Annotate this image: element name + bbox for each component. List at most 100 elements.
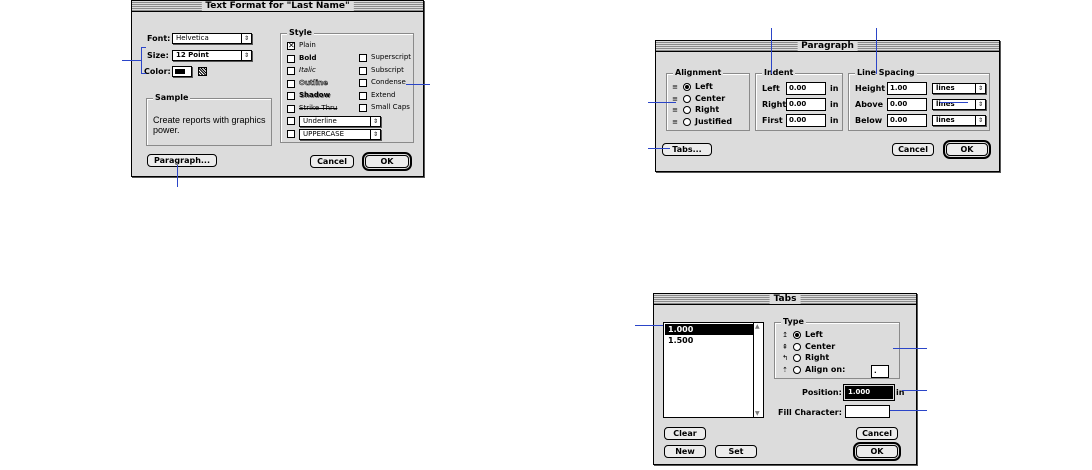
ok-button[interactable]: OK: [362, 152, 412, 171]
alignment-radio[interactable]: [683, 106, 691, 114]
callout-line: [406, 84, 430, 85]
style-checkbox-label: Subscript: [371, 65, 404, 74]
style-checkbox[interactable]: [359, 104, 367, 112]
alignment-label: Center: [695, 93, 726, 103]
tab-type-group: Type ↥ Left ⇞ Center ↰ Right ⇡ Align on: .: [774, 317, 900, 379]
popup-arrows-icon: ⇕: [975, 116, 985, 125]
style-checkbox[interactable]: [359, 91, 367, 100]
spacing-unit-value: lines: [936, 116, 955, 124]
popup-arrows-icon: ⇕: [975, 84, 985, 93]
list-scrollbar[interactable]: ▲ ▼: [753, 323, 763, 417]
alignment-label: Justified: [695, 116, 733, 126]
position-field[interactable]: 1.000: [843, 384, 895, 401]
underline-checkbox[interactable]: [287, 117, 295, 125]
font-popup-value: Helvetica: [176, 34, 209, 42]
text-format-title: Text Format for "Last Name": [201, 1, 354, 11]
text-format-titlebar[interactable]: Text Format for "Last Name": [132, 1, 423, 12]
style-checkbox-label: Condense: [371, 78, 406, 86]
new-button[interactable]: New: [664, 445, 706, 458]
tabs-button[interactable]: Tabs...: [662, 143, 712, 156]
scroll-up-icon[interactable]: ▲: [755, 323, 760, 330]
color-pattern-icon[interactable]: [198, 67, 207, 76]
tab-type-radio[interactable]: [793, 331, 801, 339]
alignment-label: Right: [695, 105, 720, 114]
align-char-field[interactable]: .: [871, 365, 889, 378]
tabs-titlebar[interactable]: Tabs: [654, 294, 916, 305]
style-checkbox[interactable]: [287, 104, 295, 113]
callout-line: [122, 60, 141, 61]
style-checkbox[interactable]: ✕: [287, 42, 295, 50]
style-checkbox[interactable]: [359, 54, 367, 62]
indent-unit: in: [830, 84, 839, 93]
style-group: Style ✕ Plain Bold Italic Outline Shadow Strik…: [280, 28, 414, 143]
set-button[interactable]: Set: [715, 445, 757, 458]
case-checkbox[interactable]: [287, 130, 295, 138]
alignment-icon: ≡: [672, 83, 678, 91]
tab-type-icon: ↥: [782, 331, 788, 339]
color-label: Color:: [144, 67, 171, 76]
cancel-button[interactable]: Cancel: [310, 155, 354, 168]
ok-button[interactable]: OK: [943, 140, 991, 159]
alignment-group: Alignment ≡ Left ≡ Center ≡ Right ≡ Justified: [666, 68, 750, 131]
style-checkbox[interactable]: [359, 79, 367, 87]
callout-line: [876, 28, 877, 74]
paragraph-titlebar[interactable]: Paragraph: [656, 41, 999, 52]
popup-arrows-icon: ⇕: [241, 51, 251, 60]
spacing-unit-popup[interactable]: lines ⇕: [932, 115, 986, 126]
spacing-unit-popup[interactable]: lines ⇕: [932, 99, 986, 110]
spacing-field[interactable]: 0.00: [887, 98, 927, 111]
font-popup[interactable]: Helvetica ⇕: [172, 33, 252, 44]
callout-line: [648, 148, 670, 149]
tab-type-radio[interactable]: [793, 365, 801, 374]
style-checkbox-label: Extend: [371, 90, 396, 99]
indent-field[interactable]: 0.00: [786, 82, 826, 95]
indent-label: Right: [762, 100, 787, 109]
spacing-field[interactable]: 1.00: [887, 82, 927, 95]
tab-type-radio[interactable]: [793, 342, 801, 351]
callout-line: [890, 410, 927, 411]
indent-field[interactable]: 0.00: [786, 114, 826, 127]
alignment-radio[interactable]: [683, 94, 691, 103]
sample-text: Create reports with graphics power.: [153, 115, 266, 135]
size-popup[interactable]: 12 Point ⇕: [172, 50, 252, 61]
scroll-down-icon[interactable]: ▼: [755, 410, 760, 417]
popup-arrows-icon: ⇕: [370, 130, 380, 139]
fill-character-field[interactable]: [845, 405, 890, 418]
style-checkbox[interactable]: [359, 66, 367, 75]
callout-line: [940, 102, 968, 103]
clear-button[interactable]: Clear: [664, 427, 706, 440]
underline-popup[interactable]: Underline ⇕: [299, 116, 381, 127]
font-label: Font:: [147, 34, 171, 43]
cancel-button[interactable]: Cancel: [892, 143, 934, 156]
tab-stop-item[interactable]: 1.500: [665, 335, 753, 346]
alignment-radio[interactable]: [683, 83, 691, 91]
spacing-unit-value: lines: [936, 84, 955, 92]
tab-type-radio[interactable]: [793, 354, 801, 362]
style-checkbox[interactable]: [287, 92, 295, 100]
tab-stop-item[interactable]: 1.000: [665, 324, 753, 335]
tab-type-icon: ⇡: [782, 365, 788, 374]
size-label: Size:: [147, 51, 169, 60]
style-checkbox-label: Plain: [299, 41, 316, 49]
case-popup[interactable]: UPPERCASE ⇕: [299, 129, 381, 140]
style-checkbox[interactable]: [287, 54, 295, 63]
indent-title: Indent: [762, 68, 796, 78]
fill-character-label: Fill Character:: [778, 408, 842, 417]
indent-label: Left: [762, 84, 780, 93]
indent-group: Indent Left 0.00 in Right 0.00 in First 0.00 in: [755, 68, 843, 131]
ok-button[interactable]: OK: [853, 442, 901, 461]
indent-field[interactable]: 0.00: [786, 98, 826, 111]
tabs-dialog: Tabs 1.000 1.500 ▲ ▼ Type ↥ Left ⇞ Center ↰ Ri…: [653, 293, 917, 465]
tab-stop-list[interactable]: 1.000 1.500 ▲ ▼: [663, 322, 764, 418]
paragraph-button[interactable]: Paragraph...: [147, 154, 217, 167]
tab-type-icon: ↰: [782, 354, 788, 362]
alignment-radio[interactable]: [683, 117, 691, 126]
spacing-unit-popup[interactable]: lines ⇕: [932, 83, 986, 94]
cancel-button[interactable]: Cancel: [856, 427, 898, 440]
spacing-field[interactable]: 0.00: [887, 114, 927, 127]
alignment-icon: ≡: [672, 117, 678, 126]
color-popup[interactable]: [172, 66, 192, 77]
style-checkbox[interactable]: [287, 79, 295, 88]
style-checkbox[interactable]: [287, 67, 295, 75]
tab-type-icon: ⇞: [782, 342, 788, 351]
